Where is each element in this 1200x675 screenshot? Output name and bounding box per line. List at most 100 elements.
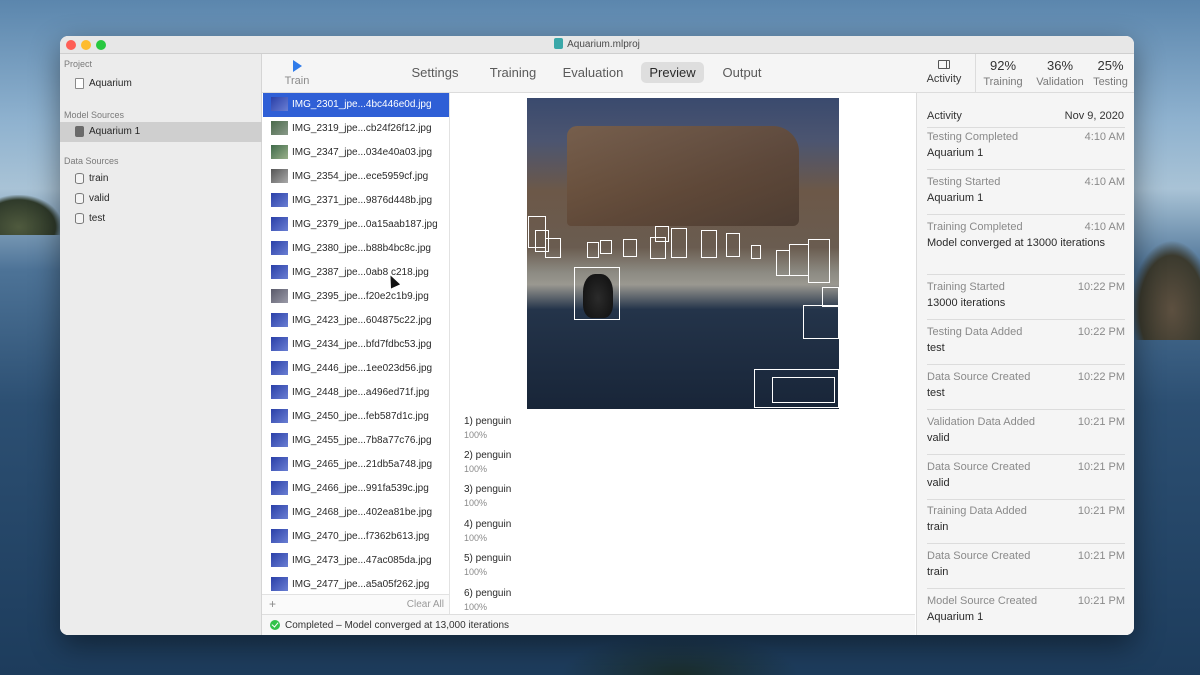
activity-item-title: Testing Data Added	[927, 326, 1023, 338]
image-filename: IMG_2354_jpe...ece5959cf.jpg	[292, 171, 429, 182]
model-icon	[75, 126, 84, 137]
tab-training[interactable]: Training	[482, 62, 544, 83]
image-filename: IMG_2301_jpe...4bc446e0d.jpg	[292, 99, 432, 110]
sidebar-item-project[interactable]: Aquarium	[60, 74, 262, 94]
bounding-box	[789, 244, 809, 276]
image-thumbnail	[271, 409, 288, 423]
image-list-item[interactable]: IMG_2465_jpe...21db5a748.jpg	[263, 453, 449, 477]
image-list-item[interactable]: IMG_2347_jpe...034e40a03.jpg	[263, 141, 449, 165]
image-list-item[interactable]: IMG_2448_jpe...a496ed71f.jpg	[263, 381, 449, 405]
app-window: Aquarium.mlproj Project Aquarium Model S…	[60, 36, 1134, 635]
image-list-item[interactable]: IMG_2446_jpe...1ee023d56.jpg	[263, 357, 449, 381]
image-list-item[interactable]: IMG_2473_jpe...47ac085da.jpg	[263, 549, 449, 573]
sidebar-item-label: Aquarium	[89, 78, 132, 89]
activity-item-title: Model Source Created	[927, 595, 1038, 607]
sidebar-item-train[interactable]: train	[60, 169, 262, 189]
sidebar-item-model[interactable]: Aquarium 1	[60, 122, 262, 142]
image-thumbnail	[271, 121, 288, 135]
metric-validation: 36% Validation	[1029, 58, 1091, 88]
bounding-box	[772, 377, 835, 403]
image-thumbnail	[271, 193, 288, 207]
detection-item[interactable]: 3) penguin 100%	[464, 484, 664, 518]
image-list-item[interactable]: IMG_2423_jpe...604875c22.jpg	[263, 309, 449, 333]
image-list-item[interactable]: IMG_2468_jpe...402ea81be.jpg	[263, 501, 449, 525]
divider	[927, 409, 1125, 410]
activity-item-time: 10:22 PM	[1077, 371, 1125, 383]
sidebar-item-test[interactable]: test	[60, 209, 262, 229]
image-filename: IMG_2395_jpe...f20e2c1b9.jpg	[292, 291, 429, 302]
divider	[927, 364, 1125, 365]
bounding-box	[822, 287, 839, 307]
detection-item[interactable]: 1) penguin 100%	[464, 416, 664, 450]
detection-item[interactable]: 6) penguin 100%	[464, 588, 664, 613]
image-list-item[interactable]: IMG_2434_jpe...bfd7fdbc53.jpg	[263, 333, 449, 357]
image-list-item[interactable]: IMG_2371_jpe...9876d448b.jpg	[263, 189, 449, 213]
clear-all-button[interactable]: Clear All	[407, 599, 444, 610]
activity-item-detail: Model converged at 13000 iterations	[927, 237, 1105, 249]
activity-item-detail: 13000 iterations	[927, 297, 1006, 309]
detection-label: 3) penguin	[464, 484, 512, 495]
image-thumbnail	[271, 169, 288, 183]
activity-item-time: 10:22 PM	[1077, 326, 1125, 338]
detection-item[interactable]: 5) penguin 100%	[464, 553, 664, 587]
sidebar-item-label: valid	[89, 193, 110, 204]
tab-evaluation[interactable]: Evaluation	[556, 62, 630, 83]
image-list-item[interactable]: IMG_2387_jpe...0ab8 c218.jpg	[263, 261, 449, 285]
image-filename: IMG_2319_jpe...cb24f26f12.jpg	[292, 123, 432, 134]
activity-item-title: Training Completed	[927, 221, 1023, 233]
detection-item[interactable]: 4) penguin 100%	[464, 519, 664, 553]
tab-preview[interactable]: Preview	[641, 62, 704, 83]
sidebar-item-label: train	[89, 173, 109, 184]
bounding-box	[587, 242, 599, 258]
add-image-button[interactable]: +	[269, 597, 276, 611]
activity-item-detail: valid	[927, 477, 950, 489]
divider	[927, 169, 1125, 170]
preview-image[interactable]	[527, 98, 839, 409]
activity-item-title: Data Source Created	[927, 461, 1031, 473]
image-list-item[interactable]: IMG_2379_jpe...0a15aab187.jpg	[263, 213, 449, 237]
detection-label: 4) penguin	[464, 519, 512, 530]
activity-item-time: 10:21 PM	[1077, 461, 1125, 473]
activity-item-time: 10:21 PM	[1077, 505, 1125, 517]
image-thumbnail	[271, 97, 288, 111]
activity-item-title: Data Source Created	[927, 371, 1031, 383]
detection-label: 1) penguin	[464, 416, 512, 427]
activity-item-title: Validation Data Added	[927, 416, 1036, 428]
accuracy-metrics: 92% Training 36% Validation 25% Testing	[975, 54, 1134, 93]
image-list-item[interactable]: IMG_2301_jpe...4bc446e0d.jpg	[263, 93, 449, 117]
detection-label: 6) penguin	[464, 588, 512, 599]
tab-settings[interactable]: Settings	[407, 62, 463, 83]
image-list-item[interactable]: IMG_2354_jpe...ece5959cf.jpg	[263, 165, 449, 189]
activity-item-time: 10:21 PM	[1077, 595, 1125, 607]
activity-panel: Activity Nov 9, 2020 Testing Completed 4…	[916, 93, 1134, 635]
activity-item-detail: Aquarium 1	[927, 611, 984, 623]
image-list-item[interactable]: IMG_2470_jpe...f7362b613.jpg	[263, 525, 449, 549]
image-thumbnail	[271, 361, 288, 375]
tab-output[interactable]: Output	[714, 62, 770, 83]
image-thumbnail	[271, 577, 288, 591]
bounding-box	[600, 240, 612, 254]
detection-label: 5) penguin	[464, 553, 512, 564]
activity-item-detail: test	[927, 342, 945, 354]
metric-value: 25%	[1097, 58, 1124, 73]
image-list-item[interactable]: IMG_2395_jpe...f20e2c1b9.jpg	[263, 285, 449, 309]
metric-label: Validation	[1036, 76, 1084, 88]
image-list-footer: + Clear All	[262, 594, 450, 614]
image-thumbnail	[271, 145, 288, 159]
detection-item[interactable]: 2) penguin 100%	[464, 450, 664, 484]
divider	[927, 588, 1125, 589]
image-list-item[interactable]: IMG_2319_jpe...cb24f26f12.jpg	[263, 117, 449, 141]
bounding-box	[545, 238, 561, 258]
image-list-item[interactable]: IMG_2380_jpe...b88b4bc8c.jpg	[263, 237, 449, 261]
image-filename: IMG_2380_jpe...b88b4bc8c.jpg	[292, 243, 431, 254]
bounding-box	[808, 239, 830, 283]
image-list-item[interactable]: IMG_2455_jpe...7b8a77c76.jpg	[263, 429, 449, 453]
sidebar-item-valid[interactable]: valid	[60, 189, 262, 209]
train-button[interactable]: Train	[280, 57, 314, 91]
activity-item-detail: test	[927, 387, 945, 399]
divider	[927, 274, 1125, 275]
activity-item-detail: valid	[927, 432, 950, 444]
image-list-item[interactable]: IMG_2450_jpe...feb587d1c.jpg	[263, 405, 449, 429]
image-list-item[interactable]: IMG_2466_jpe...991fa539c.jpg	[263, 477, 449, 501]
activity-toggle-button[interactable]: Activity	[922, 57, 966, 91]
